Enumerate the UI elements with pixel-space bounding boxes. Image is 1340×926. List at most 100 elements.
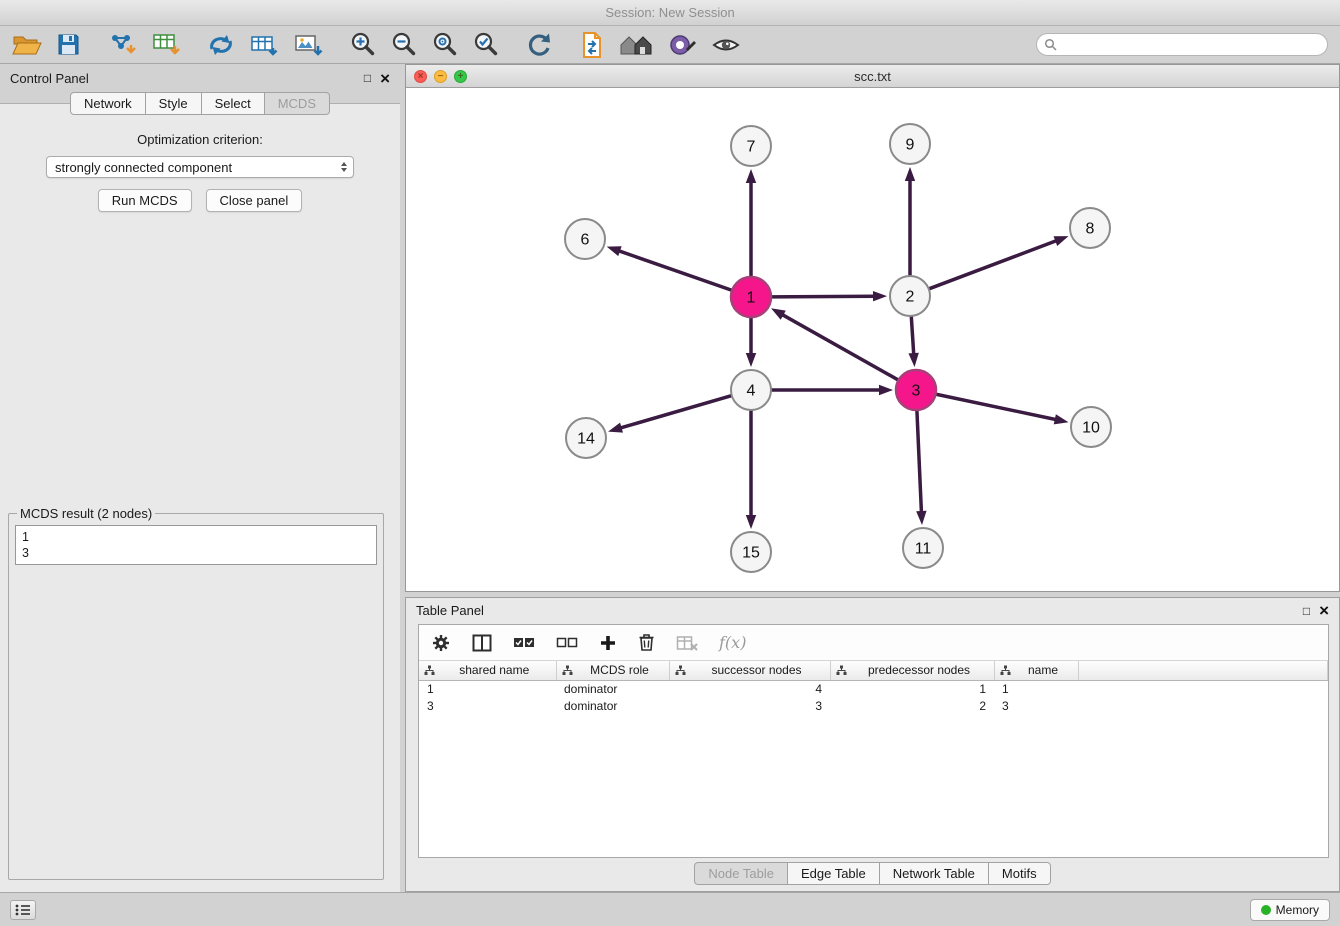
show-panels-button[interactable] [10,900,36,920]
graph-edge-3-11[interactable] [917,410,922,513]
graph-edge-arrow-icon [1054,414,1069,424]
zoom-selected-icon[interactable] [472,31,499,58]
run-mcds-button[interactable]: Run MCDS [98,189,192,212]
import-table-from-file-icon[interactable] [151,31,181,58]
graph-edge-3-1[interactable] [781,314,898,380]
network-window-title: scc.txt [854,69,891,84]
import-network-from-file-icon[interactable] [107,31,137,58]
add-icon[interactable] [599,634,617,652]
graph-node-6[interactable]: 6 [565,219,605,259]
cell-shared-name[interactable]: 1 [419,680,556,697]
mcds-panel: Optimization criterion: strongly connect… [0,103,400,892]
graph-edge-2-3[interactable] [911,316,913,355]
float-control-panel-button[interactable]: □ [364,72,371,84]
close-panel-button[interactable]: Close panel [206,189,303,212]
cell-name[interactable]: 1 [994,680,1078,697]
export-image-icon[interactable] [293,32,323,58]
graph-edge-1-2[interactable] [771,296,875,297]
open-session-icon[interactable] [12,33,42,57]
column-header-name[interactable]: name [994,661,1078,680]
window-controls: ×−+ [414,70,467,83]
control-panel-title: Control Panel [10,71,89,86]
graph-edge-4-14[interactable] [620,396,732,429]
search-input[interactable] [1036,33,1328,56]
save-session-icon[interactable] [56,32,81,57]
graph-edge-arrow-icon [1054,236,1069,246]
toolbar-icon-groups [12,31,741,59]
graph-node-3[interactable]: 3 [896,370,936,410]
tab-mcds[interactable]: MCDS [264,92,330,115]
tab-network[interactable]: Network [70,92,146,115]
cell-predecessor-nodes[interactable]: 1 [830,680,994,697]
minimize-window-button[interactable]: − [434,70,447,83]
graph-node-14[interactable]: 14 [566,418,606,458]
search-box [1036,33,1328,56]
memory-status-icon [1261,905,1271,915]
graph-edge-3-10[interactable] [936,394,1057,420]
show-graphics-details-icon[interactable] [711,34,741,56]
svg-text:3: 3 [912,383,921,400]
style-paint-icon[interactable] [669,32,697,58]
table-row[interactable]: 1dominator411 [419,680,1328,697]
graph-edge-2-8[interactable] [929,240,1058,289]
table-row[interactable]: 3dominator323 [419,697,1328,714]
delete-table-icon [676,635,698,651]
cell-shared-name[interactable]: 3 [419,697,556,714]
svg-text:15: 15 [742,545,760,562]
delete-icon[interactable] [638,633,655,652]
close-table-panel-button[interactable]: × [1319,602,1329,619]
export-network-icon[interactable] [579,31,605,59]
graph-edge-1-6[interactable] [618,251,732,291]
graph-node-8[interactable]: 8 [1070,208,1110,248]
column-header-shared-name[interactable]: shared name [419,661,556,680]
graph-node-2[interactable]: 2 [890,276,930,316]
tab-network-table[interactable]: Network Table [879,862,989,885]
memory-button[interactable]: Memory [1250,899,1330,921]
cell-successor-nodes[interactable]: 3 [669,697,830,714]
cell-predecessor-nodes[interactable]: 2 [830,697,994,714]
svg-text:1: 1 [747,290,756,307]
cell-successor-nodes[interactable]: 4 [669,680,830,697]
tab-edge-table[interactable]: Edge Table [787,862,880,885]
cell-mcds-role[interactable]: dominator [556,680,669,697]
attribute-type-icon [836,665,847,676]
column-header-successor-nodes[interactable]: successor nodes [669,661,830,680]
float-table-panel-button[interactable]: □ [1303,605,1310,617]
select-all-rows-icon[interactable] [513,636,535,650]
zoom-out-icon[interactable] [390,31,417,58]
graph-node-10[interactable]: 10 [1071,407,1111,447]
close-control-panel-button[interactable]: × [380,70,390,87]
column-header-mcds-role[interactable]: MCDS role [556,661,669,680]
graph-node-15[interactable]: 15 [731,532,771,572]
settings-gear-icon[interactable] [431,633,451,653]
close-window-button[interactable]: × [414,70,427,83]
optimization-select[interactable]: strongly connected component [46,156,354,178]
graph-node-4[interactable]: 4 [731,370,771,410]
graph-node-11[interactable]: 11 [903,528,943,568]
mcds-result-fieldset: MCDS result (2 nodes) 1 3 [8,506,384,880]
tab-node-table[interactable]: Node Table [694,862,788,885]
show-column-icon[interactable] [472,634,492,652]
cell-name[interactable]: 3 [994,697,1078,714]
cell-mcds-role[interactable]: dominator [556,697,669,714]
zoom-window-button[interactable]: + [454,70,467,83]
refresh-icon[interactable] [525,31,553,58]
zoom-in-icon[interactable] [349,31,376,58]
graph-node-7[interactable]: 7 [731,126,771,166]
graph-node-1[interactable]: 1 [731,277,771,317]
tab-style[interactable]: Style [145,92,202,115]
deselect-all-rows-icon[interactable] [556,636,578,650]
tab-motifs[interactable]: Motifs [988,862,1051,885]
home-icon[interactable] [619,32,655,58]
app-titlebar: Session: New Session [0,0,1340,26]
column-header-predecessor-nodes[interactable]: predecessor nodes [830,661,994,680]
graph-edge-arrow-icon [608,423,623,433]
tab-select[interactable]: Select [201,92,265,115]
graph-node-9[interactable]: 9 [890,124,930,164]
zoom-fit-icon[interactable] [431,31,458,58]
network-canvas[interactable]: 7 9 6 8 1 2 4 3 14 10 15 11 [406,88,1339,591]
import-table-icon[interactable] [249,32,279,58]
mcds-result-list: 1 3 [15,525,377,565]
network-window-titlebar: ×−+ scc.txt [406,65,1339,88]
import-network-icon[interactable] [207,32,235,58]
